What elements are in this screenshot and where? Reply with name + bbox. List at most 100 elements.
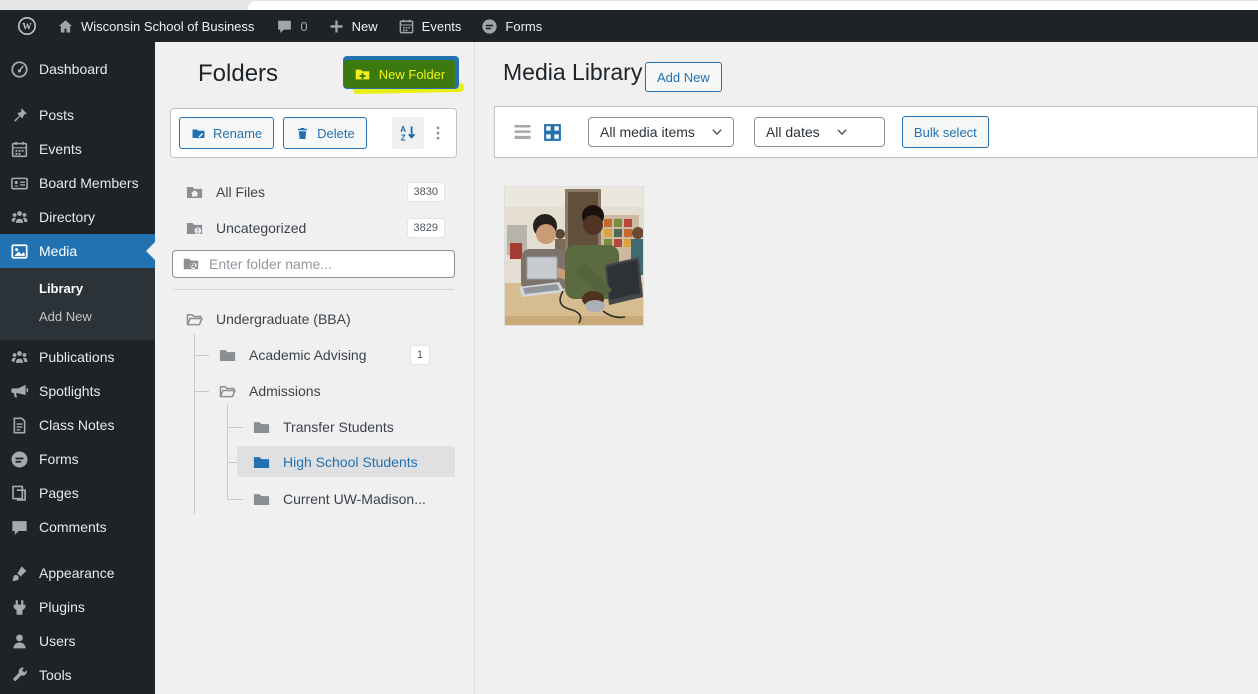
folder-row-admissions[interactable]: Admissions (155, 377, 459, 405)
sidebar-item-spotlights[interactable]: Spotlights (0, 374, 155, 408)
wordpress-logo-menu[interactable]: W (7, 10, 47, 42)
sort-folders-button[interactable]: AZ (392, 117, 424, 149)
svg-text:Z: Z (401, 133, 406, 142)
sidebar-item-users[interactable]: Users (0, 624, 155, 658)
wordpress-logo-icon: W (17, 16, 37, 36)
groups-icon (10, 348, 29, 367)
menu-separator (0, 544, 155, 556)
sidebar-item-publications[interactable]: Publications (0, 340, 155, 374)
folder-toolbar: Rename Delete AZ (170, 108, 457, 158)
folder-search-input[interactable] (209, 256, 454, 272)
sidebar-item-label: Directory (39, 209, 96, 225)
browser-tab-edge (248, 0, 1258, 10)
folder-row-transfer-students[interactable]: Transfer Students (155, 413, 459, 441)
folder-row-high-school-students[interactable]: High School Students (155, 448, 459, 476)
folder-row-undergraduate-bba[interactable]: Undergraduate (BBA) (155, 305, 459, 333)
submenu-item-add-new[interactable]: Add New (0, 302, 155, 330)
bulk-select-button[interactable]: Bulk select (901, 116, 989, 148)
sidebar-item-pages[interactable]: Pages (0, 476, 155, 510)
media-type-filter-value: All media items (600, 124, 695, 140)
sidebar-item-label: Appearance (39, 565, 115, 581)
rename-folder-button[interactable]: Rename (179, 117, 275, 149)
all-files-label: All Files (216, 184, 266, 200)
events-shortcut[interactable]: Events (388, 10, 472, 42)
sidebar-item-events[interactable]: Events (0, 132, 155, 166)
new-folder-label: New Folder (378, 66, 446, 82)
submenu-item-label: Library (39, 280, 84, 296)
sidebar-item-comments[interactable]: Comments (0, 510, 155, 544)
trash-icon (295, 126, 310, 141)
media-item-thumbnail[interactable] (505, 187, 643, 325)
folder-pen-icon (191, 126, 206, 141)
sidebar-item-appearance[interactable]: Appearance (0, 556, 155, 590)
grid-view-icon[interactable] (542, 122, 563, 143)
sidebar-item-media[interactable]: Media (0, 234, 155, 268)
sidebar-item-label: Posts (39, 107, 75, 123)
all-files-count-badge: 3830 (407, 183, 444, 201)
folder-icon (218, 346, 237, 365)
dashboard-icon (10, 60, 29, 79)
sidebar-item-label: Plugins (39, 599, 85, 615)
wrench-icon (10, 666, 29, 685)
svg-text:W: W (22, 23, 32, 33)
id-card-icon (10, 174, 29, 193)
uncategorized-label: Uncategorized (216, 220, 307, 236)
folders-panel: Folders New Folder Rename Delete AZ All … (155, 42, 475, 694)
add-new-media-button[interactable]: Add New (645, 62, 722, 92)
uncategorized-row[interactable]: Uncategorized 3829 (170, 215, 459, 241)
folder-row-current-uw-madison[interactable]: Current UW-Madison... (155, 485, 459, 513)
rename-label: Rename (213, 125, 263, 141)
folder-icon (252, 453, 271, 472)
sidebar-item-dashboard[interactable]: Dashboard (0, 52, 155, 86)
folders-panel-title: Folders (198, 60, 279, 87)
folder-home-icon (185, 183, 204, 202)
home-icon (57, 18, 74, 35)
folder-search-icon (182, 255, 200, 273)
menu-separator (0, 86, 155, 98)
date-filter-select[interactable]: All dates (753, 117, 885, 147)
uncategorized-count-badge: 3829 (407, 219, 444, 237)
media-library-section: Media Library Add New All media items Al… (475, 42, 1258, 694)
media-type-filter-select[interactable]: All media items (588, 117, 734, 147)
delete-folder-button[interactable]: Delete (283, 117, 367, 149)
forms-shortcut[interactable]: Forms (471, 10, 552, 42)
comments-shortcut[interactable]: 0 (266, 10, 317, 42)
folder-label: Undergraduate (BBA) (216, 311, 351, 327)
sidebar-item-plugins[interactable]: Plugins (0, 590, 155, 624)
sidebar-item-forms[interactable]: Forms (0, 442, 155, 476)
sidebar-item-directory[interactable]: Directory (0, 200, 155, 234)
comment-icon (276, 18, 293, 35)
calendar-icon (10, 140, 29, 159)
students-photo-illustration (505, 187, 643, 325)
calendar-icon (398, 18, 415, 35)
all-files-row[interactable]: All Files 3830 (170, 179, 459, 205)
plus-icon (328, 18, 345, 35)
new-folder-button[interactable]: New Folder (343, 56, 465, 95)
submenu-item-label: Add New (39, 308, 92, 324)
folder-row-academic-advising[interactable]: Academic Advising 1 (155, 341, 459, 369)
folder-label: Admissions (249, 383, 321, 399)
sidebar-item-label: Publications (39, 349, 115, 365)
sidebar-item-label: Comments (39, 519, 107, 535)
comment-icon (10, 518, 29, 537)
megaphone-icon (10, 382, 29, 401)
new-folder-button-face: New Folder (344, 60, 455, 88)
sidebar-item-label: Pages (39, 485, 79, 501)
chevron-down-icon (834, 124, 850, 140)
delete-label: Delete (317, 125, 355, 141)
folder-icon (252, 490, 271, 509)
submenu-item-library[interactable]: Library (0, 274, 155, 302)
new-content-menu[interactable]: New (318, 10, 388, 42)
list-view-icon[interactable] (512, 122, 533, 143)
folder-options-button[interactable] (428, 117, 448, 149)
comment-count: 0 (300, 18, 308, 34)
sidebar-item-label: Board Members (39, 175, 139, 191)
sidebar-item-label: Dashboard (39, 61, 108, 77)
gravityforms-icon (481, 18, 498, 35)
folder-alert-icon (185, 219, 204, 238)
sidebar-item-board-members[interactable]: Board Members (0, 166, 155, 200)
sidebar-item-tools[interactable]: Tools (0, 658, 155, 692)
site-name-link[interactable]: Wisconsin School of Business (47, 10, 264, 42)
sidebar-item-class-notes[interactable]: Class Notes (0, 408, 155, 442)
sidebar-item-posts[interactable]: Posts (0, 98, 155, 132)
